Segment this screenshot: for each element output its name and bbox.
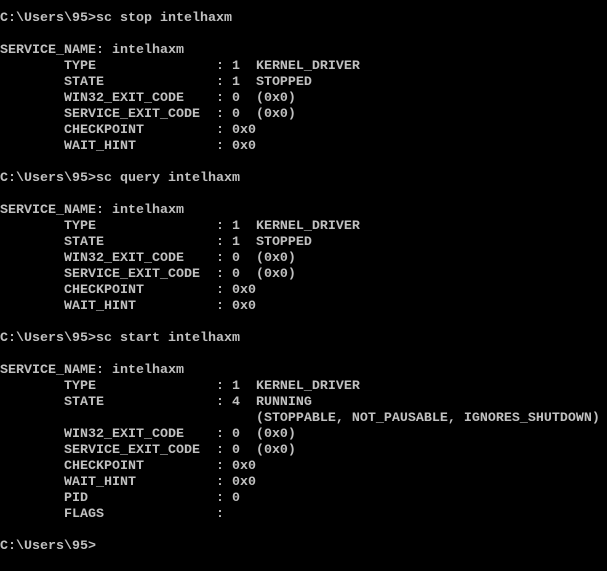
console-line: WIN32_EXIT_CODE : 0 (0x0) — [0, 427, 296, 442]
console-output: C:\Users\95>sc stop intelhaxm SERVICE_NAM… — [0, 11, 600, 555]
console-line: CHECKPOINT : 0x0 — [0, 123, 256, 138]
console-line: SERVICE_EXIT_CODE : 0 (0x0) — [0, 107, 296, 122]
console-line: CHECKPOINT : 0x0 — [0, 459, 256, 474]
console-line: SERVICE_NAME: intelhaxm — [0, 203, 184, 218]
console-line: FLAGS : — [0, 507, 224, 522]
console-line: TYPE : 1 KERNEL_DRIVER — [0, 219, 360, 234]
console-line: CHECKPOINT : 0x0 — [0, 283, 256, 298]
console-line: C:\Users\95>sc start intelhaxm — [0, 331, 240, 346]
console-line: SERVICE_NAME: intelhaxm — [0, 43, 184, 58]
console-line: STATE : 1 STOPPED — [0, 235, 312, 250]
console-line: SERVICE_NAME: intelhaxm — [0, 363, 184, 378]
console-line: TYPE : 1 KERNEL_DRIVER — [0, 379, 360, 394]
console-line: PID : 0 — [0, 491, 240, 506]
command-prompt[interactable]: C:\Users\95> — [0, 539, 600, 555]
console-line: WAIT_HINT : 0x0 — [0, 475, 256, 490]
console-line: SERVICE_EXIT_CODE : 0 (0x0) — [0, 267, 296, 282]
console-line: (STOPPABLE, NOT_PAUSABLE, IGNORES_SHUTDO… — [0, 411, 600, 426]
console-line: C:\Users\95>sc query intelhaxm — [0, 171, 240, 186]
console-window[interactable]: C:\Users\95>sc stop intelhaxm SERVICE_NAM… — [0, 0, 607, 571]
console-line: WIN32_EXIT_CODE : 0 (0x0) — [0, 91, 296, 106]
console-line: STATE : 4 RUNNING — [0, 395, 312, 410]
console-line: WIN32_EXIT_CODE : 0 (0x0) — [0, 251, 296, 266]
console-line: TYPE : 1 KERNEL_DRIVER — [0, 59, 360, 74]
console-line: SERVICE_EXIT_CODE : 0 (0x0) — [0, 443, 296, 458]
console-line: STATE : 1 STOPPED — [0, 75, 312, 90]
console-line: WAIT_HINT : 0x0 — [0, 139, 256, 154]
console-line: C:\Users\95>sc stop intelhaxm — [0, 11, 232, 26]
console-line: WAIT_HINT : 0x0 — [0, 299, 256, 314]
